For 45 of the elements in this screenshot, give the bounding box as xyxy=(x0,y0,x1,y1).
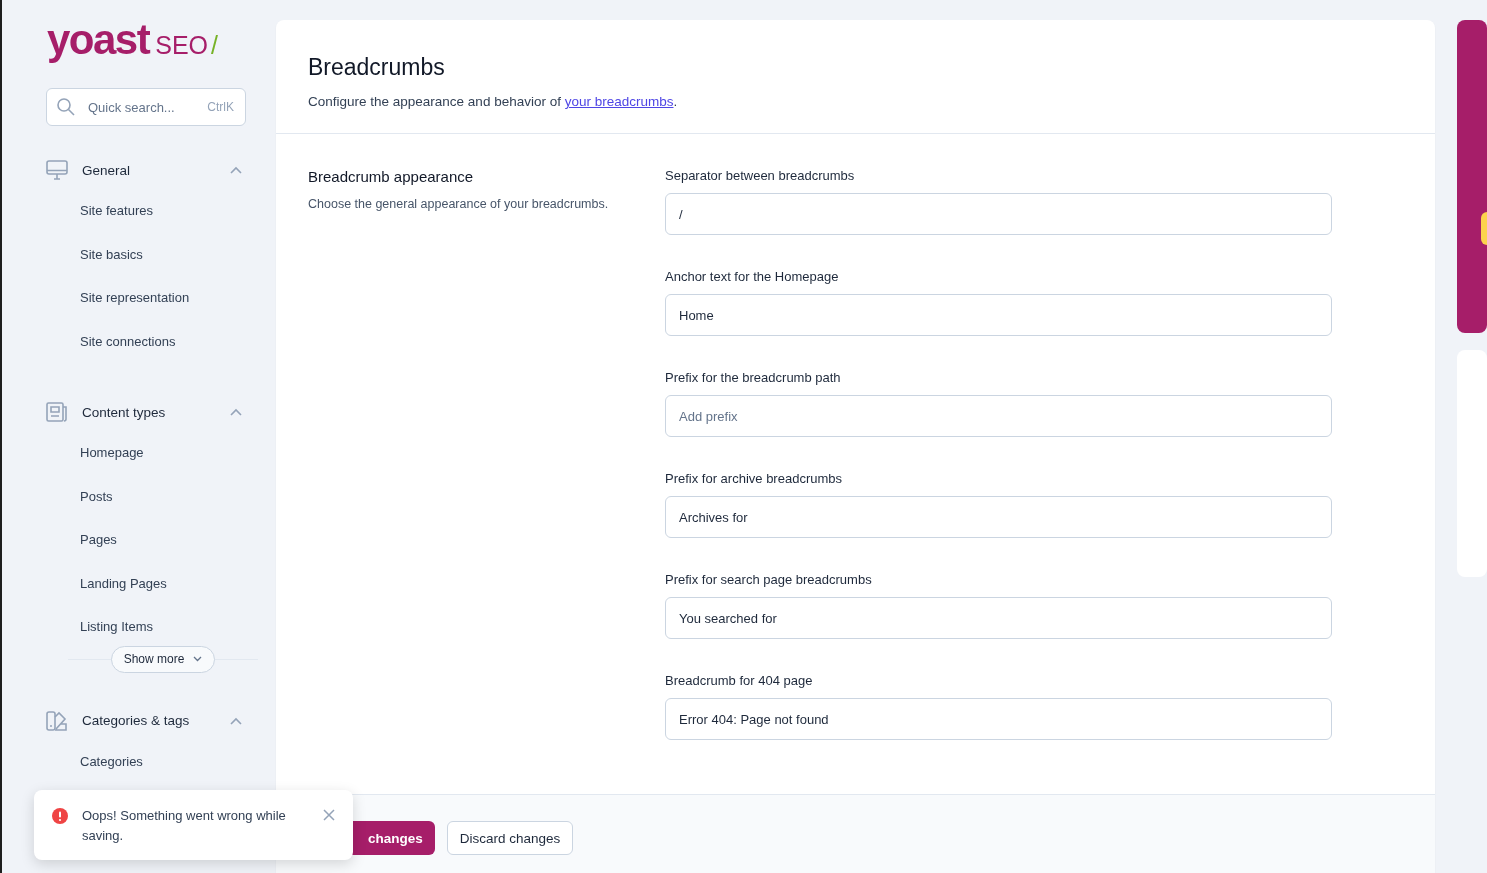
sidebar-item[interactable]: Site basics xyxy=(46,233,274,277)
error-icon xyxy=(52,808,68,824)
sidebar-item[interactable]: Homepage xyxy=(46,432,274,476)
field-label: Prefix for archive breadcrumbs xyxy=(665,471,843,486)
toast-message: Oops! Something went wrong while saving. xyxy=(82,807,287,845)
field-label: Separator between breadcrumbs xyxy=(665,168,856,183)
sidebar-group-header[interactable]: Categories & tags xyxy=(46,702,246,739)
keyboard-shortcut: CtrlK xyxy=(207,100,234,114)
swatch-icon xyxy=(46,710,68,731)
discard-button[interactable]: Discard changes xyxy=(446,821,574,855)
section-description: Choose the general appearance of your breadcrumbs. xyxy=(308,197,610,211)
group-title: General xyxy=(82,162,132,178)
text-field[interactable]: Home xyxy=(665,294,1332,336)
document-icon xyxy=(46,402,68,422)
text-field[interactable]: Error 404: Page not found xyxy=(665,698,1332,740)
sidebar-item[interactable]: Site representation xyxy=(46,277,274,321)
sidebar-item[interactable]: Categories xyxy=(46,740,274,784)
show-more-button[interactable]: Show more xyxy=(110,645,216,673)
section-title: Breadcrumb appearance xyxy=(308,168,475,185)
chevron-down-icon xyxy=(193,656,203,662)
group-title: Categories & tags xyxy=(82,713,191,728)
logo: yoast SEO/ xyxy=(47,16,218,64)
close-icon[interactable] xyxy=(323,809,335,821)
sidebar-group-header[interactable]: General xyxy=(46,152,246,188)
text-field[interactable]: You searched for xyxy=(665,597,1332,639)
text-field[interactable]: Archives for xyxy=(665,496,1332,538)
sidebar-item[interactable]: Site features xyxy=(46,190,274,234)
page-description: Configure the appearance and behavior of your breadcrumbs. xyxy=(308,94,679,109)
monitor-icon xyxy=(46,160,68,180)
field-label: Anchor text for the Homepage xyxy=(665,269,840,284)
sidebar-item[interactable]: Pages xyxy=(46,519,274,563)
group-title: Content types xyxy=(82,404,167,420)
search-field[interactable]: Quick search... xyxy=(86,98,198,116)
search-icon xyxy=(56,97,76,117)
sidebar-item[interactable]: Site connections xyxy=(46,320,274,364)
page-title: Breadcrumbs xyxy=(308,54,446,81)
sidebar-group-header[interactable]: Content types xyxy=(46,394,246,430)
text-field[interactable]: / xyxy=(665,193,1332,235)
sidebar-item[interactable]: Posts xyxy=(46,475,274,519)
text-field[interactable]: Add prefix xyxy=(665,395,1332,437)
field-label: Breadcrumb for 404 page xyxy=(665,673,814,688)
sidebar-item[interactable]: Landing Pages xyxy=(46,562,274,606)
field-label: Prefix for search page breadcrumbs xyxy=(665,572,873,587)
field-label: Prefix for the breadcrumb path xyxy=(665,370,842,385)
breadcrumbs-link[interactable]: your breadcrumbs xyxy=(564,94,674,109)
